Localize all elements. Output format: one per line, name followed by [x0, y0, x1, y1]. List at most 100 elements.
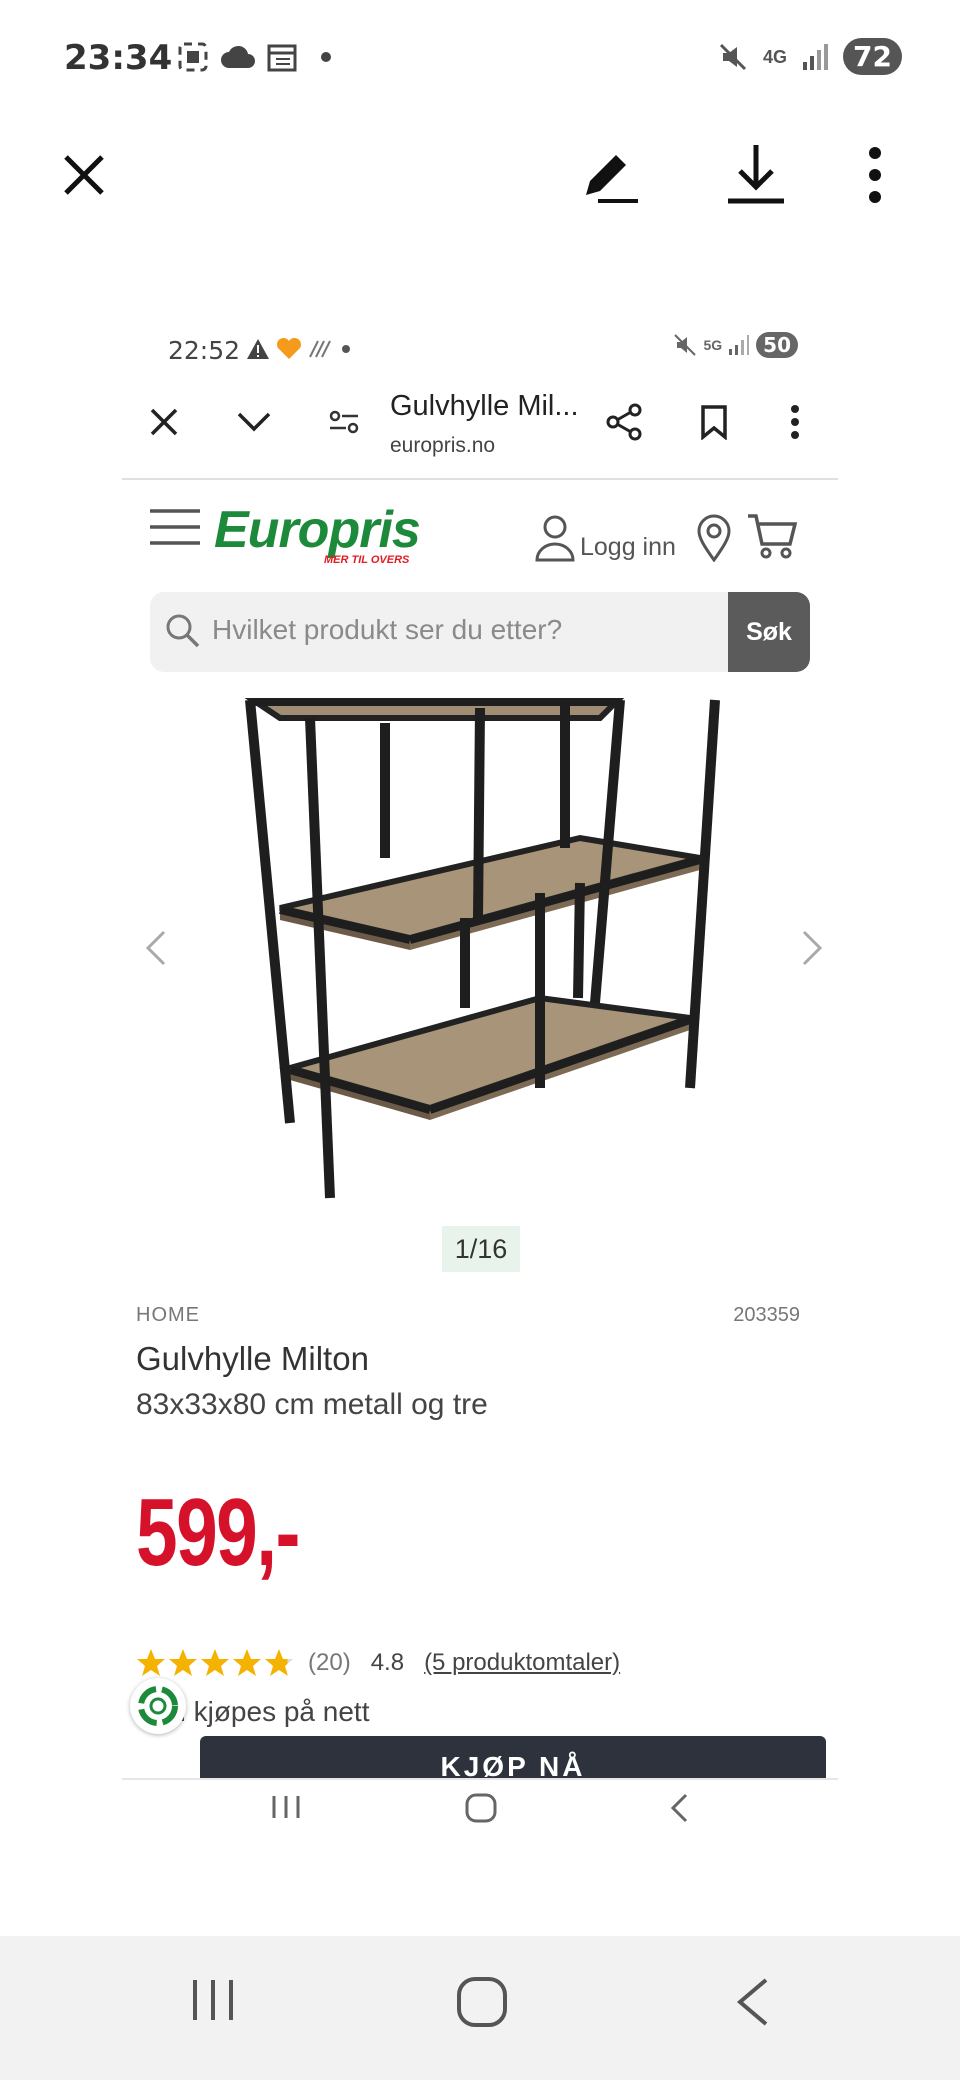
rating-stars — [136, 1648, 294, 1678]
logo-tagline: MER TIL OVERS — [324, 554, 410, 566]
close-icon — [64, 155, 104, 195]
screenshot-icon — [178, 42, 208, 72]
more-button[interactable] — [835, 135, 915, 215]
product-sku: 203359 — [733, 1304, 800, 1326]
rating-score: 4.8 — [370, 1649, 405, 1676]
browser-close-button[interactable] — [134, 392, 194, 452]
home-icon — [465, 1793, 497, 1823]
tune-icon — [329, 410, 359, 434]
viewer-toolbar — [0, 135, 960, 215]
bookmark-button[interactable] — [684, 392, 744, 452]
recent-apps-button[interactable] — [190, 1976, 236, 2029]
product-image[interactable] — [220, 698, 740, 1218]
gallery-next-button[interactable] — [800, 928, 824, 973]
site-header: Europris MER TIL OVERS Logg inn — [122, 488, 838, 588]
nfc-icon — [309, 340, 331, 358]
back-button[interactable] — [734, 1976, 770, 2033]
product-brand[interactable]: HOME — [136, 1304, 200, 1327]
europris-logo[interactable]: Europris MER TIL OVERS — [214, 501, 421, 566]
inner-status-icons — [246, 338, 354, 360]
page-url[interactable]: europris.no — [390, 434, 495, 458]
edit-button[interactable] — [570, 135, 650, 215]
rating-count: (20) — [308, 1649, 351, 1676]
menu-button[interactable] — [150, 508, 200, 551]
mute-icon — [674, 334, 697, 356]
back-icon — [670, 1793, 688, 1823]
battery-badge: 72 — [843, 38, 902, 75]
inner-battery-badge: 50 — [756, 332, 798, 358]
inner-status-time: 22:52 — [168, 336, 241, 365]
warning-icon — [247, 339, 269, 359]
recent-apps-icon — [272, 1796, 300, 1818]
more-icon — [791, 405, 799, 439]
star-icon — [169, 1649, 197, 1676]
close-button[interactable] — [44, 135, 124, 215]
status-right: 4G 72 — [717, 38, 902, 75]
close-icon — [150, 408, 178, 436]
recent-apps-icon — [193, 1980, 233, 2020]
signal-icon — [729, 335, 750, 355]
product-gallery — [122, 698, 838, 1238]
home-icon — [457, 1977, 507, 2027]
system-nav-bar — [0, 1936, 960, 2080]
inner-network-label: 5G — [703, 337, 723, 353]
chevron-left-icon — [145, 930, 166, 966]
recycle-badge[interactable] — [130, 1678, 186, 1734]
inner-status-bar: 22:52 5G 50 — [122, 318, 838, 368]
search-input[interactable]: Hvilket produkt ser du etter? — [212, 614, 562, 646]
user-icon — [535, 515, 575, 562]
reviews-link[interactable]: (5 produktomtaler) — [424, 1649, 620, 1677]
recycle-icon — [138, 1686, 178, 1726]
dot-icon — [342, 345, 350, 353]
cloud-icon — [221, 45, 255, 68]
bookmark-icon — [701, 405, 727, 440]
download-button[interactable] — [716, 135, 796, 215]
cart-button[interactable] — [746, 512, 798, 565]
star-icon — [265, 1649, 293, 1676]
search-button[interactable]: Søk — [728, 592, 810, 672]
calendar-icon — [267, 44, 297, 72]
back-icon — [736, 1978, 768, 2026]
chevron-right-icon — [802, 930, 823, 966]
gallery-prev-button[interactable] — [144, 928, 168, 973]
star-icon — [201, 1649, 229, 1676]
star-icon — [137, 1649, 165, 1676]
share-button[interactable] — [594, 392, 654, 452]
status-icons — [176, 40, 336, 74]
login-link[interactable]: Logg inn — [534, 514, 676, 562]
search-bar: Hvilket produkt ser du etter? Søk — [150, 592, 810, 672]
site-settings-button[interactable] — [314, 392, 374, 452]
product-name: Gulvhylle Milton — [136, 1340, 369, 1377]
mute-icon — [719, 43, 747, 70]
chevron-down-icon — [237, 412, 271, 432]
product-price: 599,- — [136, 1479, 300, 1586]
more-icon — [869, 147, 881, 203]
share-icon — [606, 403, 642, 441]
browser-menu-button[interactable] — [765, 392, 825, 452]
store-locator-button[interactable] — [696, 514, 732, 567]
star-icon — [233, 1649, 261, 1676]
product-rating: (20) 4.8 (5 produktomtaler) — [136, 1648, 620, 1678]
signal-icon — [803, 43, 829, 70]
page-title: Gulvhylle Mil... — [390, 390, 579, 422]
screenshot-preview: 22:52 5G 50 Gulvhylle Mil... europris.no — [122, 318, 838, 1838]
gallery-counter: 1/16 — [442, 1226, 520, 1272]
inner-nav-bar — [122, 1778, 838, 1838]
browser-toolbar: Gulvhylle Mil... europris.no — [122, 380, 838, 480]
search-icon — [166, 614, 200, 648]
cart-icon — [748, 514, 798, 559]
logo-text: Europris — [214, 501, 421, 559]
edit-icon — [586, 155, 638, 203]
browser-minimize-button[interactable] — [224, 392, 284, 452]
dot-icon — [321, 52, 331, 62]
status-bar: 23:34 4G 72 — [0, 0, 960, 115]
heart-icon — [276, 338, 302, 359]
login-label: Logg inn — [580, 533, 676, 561]
product-subtitle: 83x33x80 cm metall og tre — [136, 1388, 488, 1421]
download-icon — [728, 145, 784, 204]
hamburger-icon — [150, 509, 200, 545]
network-label: 4G — [763, 46, 788, 67]
home-button[interactable] — [456, 1976, 508, 2033]
status-time: 23:34 — [64, 38, 173, 78]
inner-status-right: 5G 50 — [673, 332, 798, 358]
